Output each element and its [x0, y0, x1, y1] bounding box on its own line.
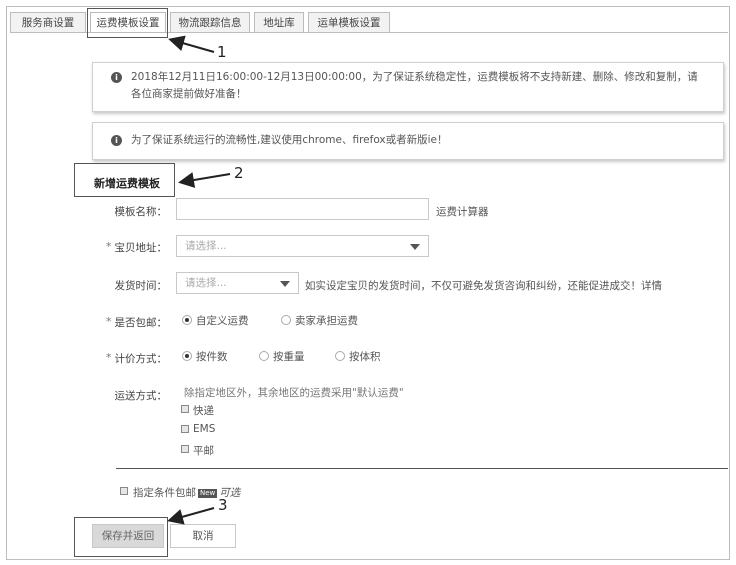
callout-arrow-1: [168, 35, 215, 53]
callout-arrow-2: [178, 172, 231, 188]
callout-number-2: 2: [234, 164, 244, 182]
callout-arrows: [167, 35, 231, 525]
callout-arrow-3: [167, 507, 215, 525]
callout-number-3: 3: [218, 496, 228, 514]
callout-number-1: 1: [217, 43, 227, 61]
